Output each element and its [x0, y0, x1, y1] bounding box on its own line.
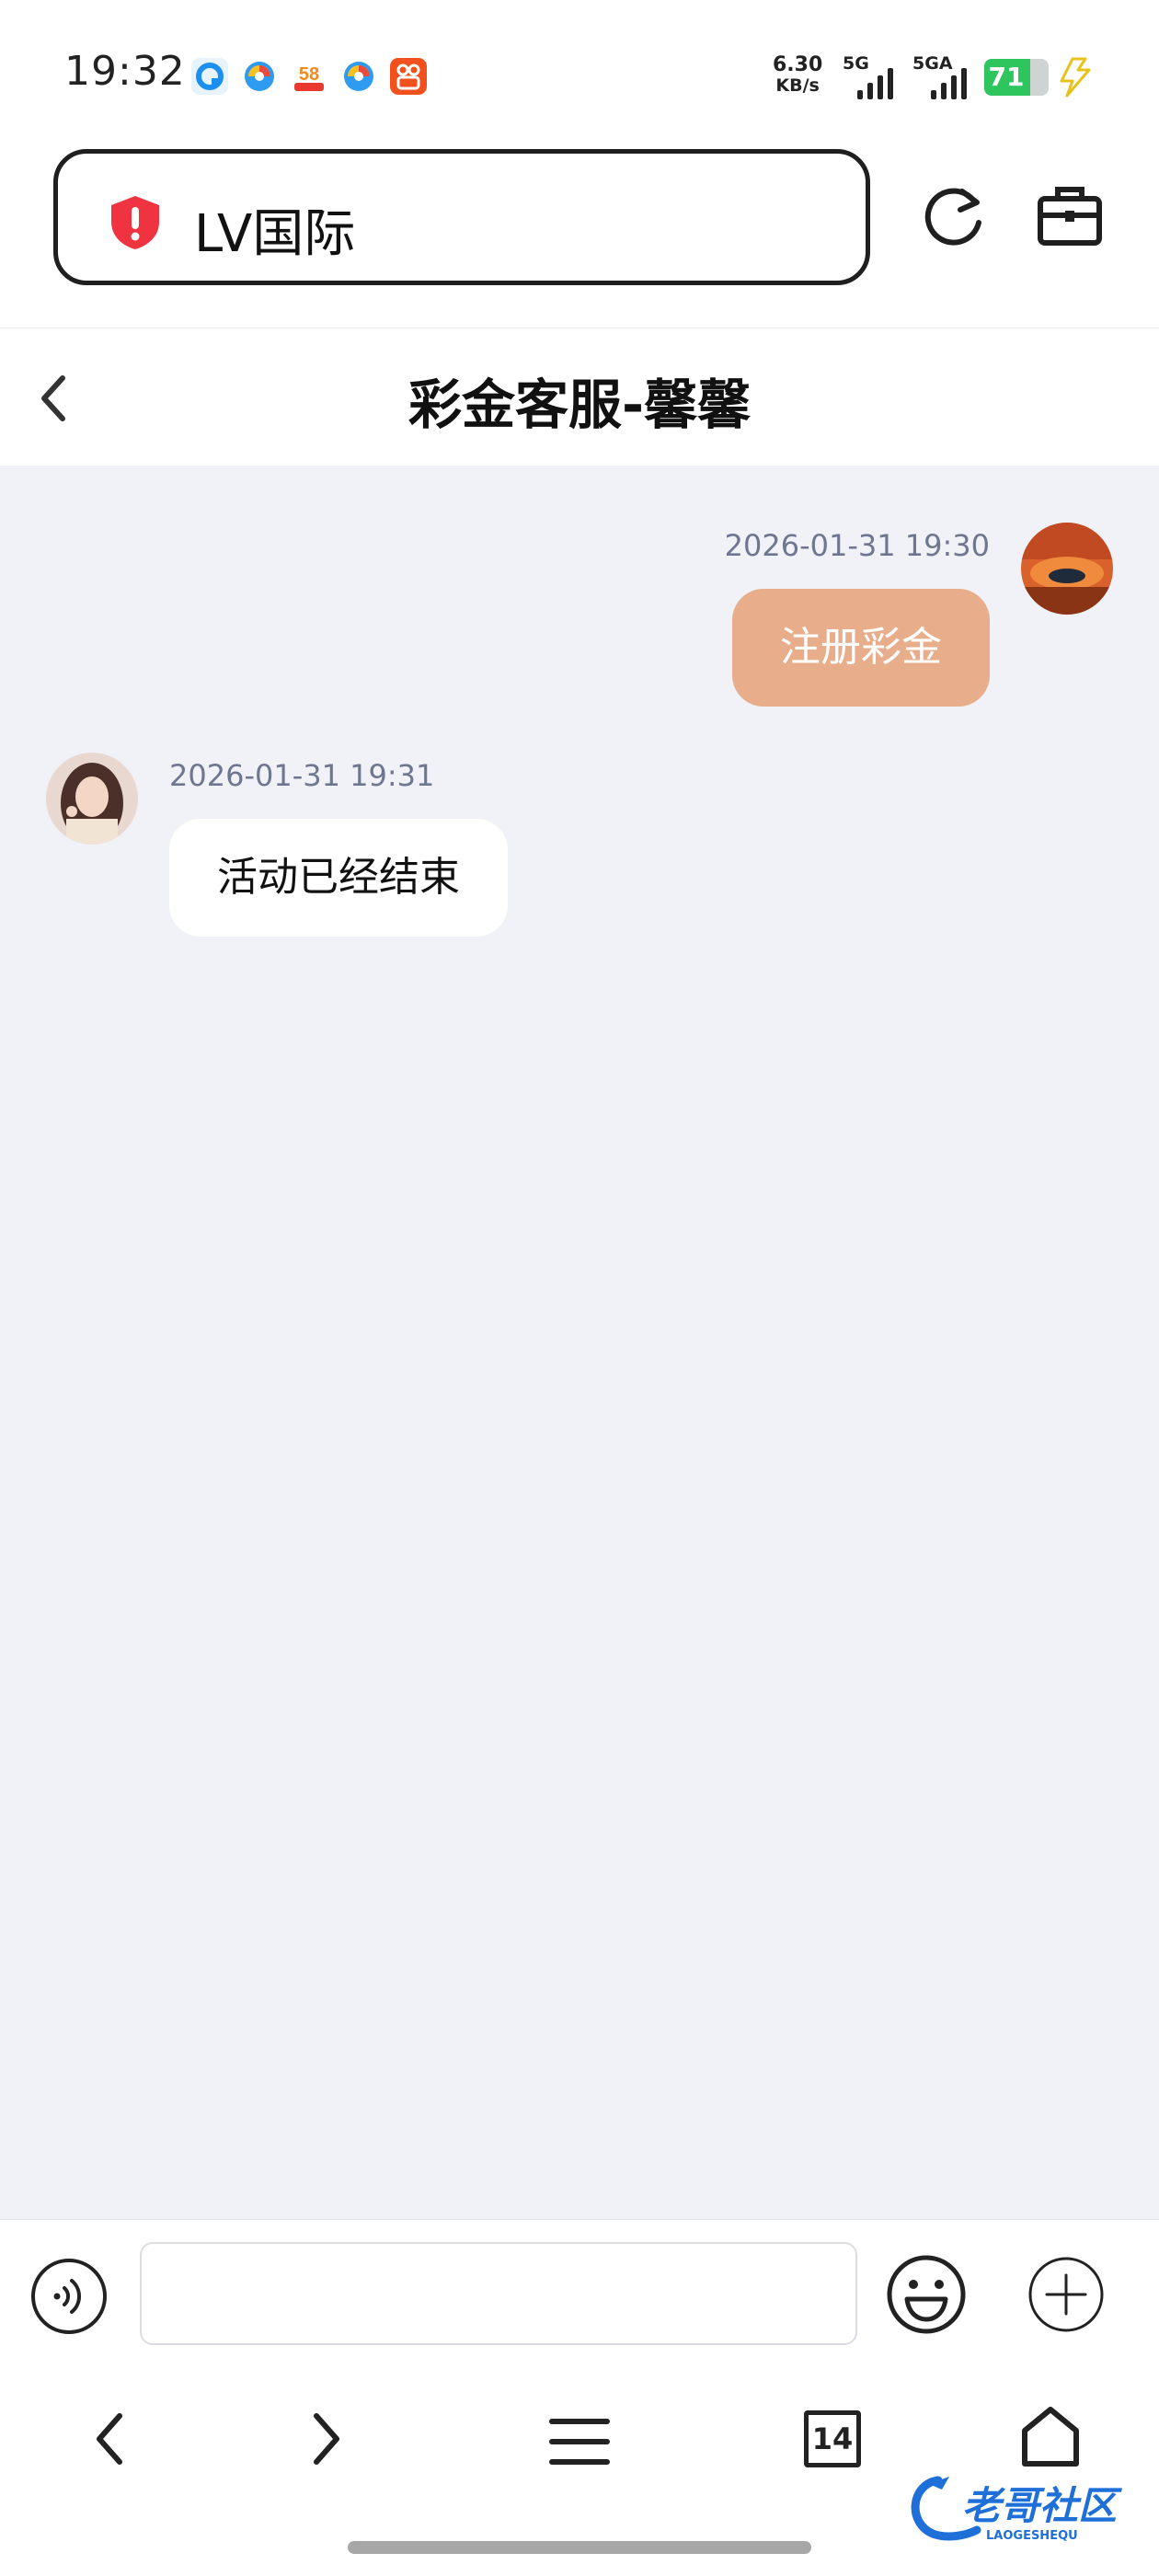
user-avatar[interactable] — [1021, 523, 1113, 615]
plus-icon[interactable] — [1027, 2255, 1106, 2334]
toolbox-icon[interactable] — [1036, 184, 1104, 248]
address-text: LV国际 — [194, 204, 356, 264]
signal-1-icon — [857, 63, 893, 99]
home-indicator[interactable] — [348, 2541, 811, 2554]
kuaishou-app-icon — [390, 58, 427, 95]
chat-title: 彩金客服-馨馨 — [407, 374, 752, 436]
agent-avatar[interactable] — [46, 753, 138, 845]
network-speed: 6.30 KB/s — [773, 53, 823, 97]
chat-header: 彩金客服-馨馨 — [0, 328, 1159, 466]
message-bubble-outgoing[interactable]: 注册彩金 — [732, 589, 990, 707]
message-time: 2026-01-31 19:31 — [169, 758, 435, 793]
emoji-icon[interactable] — [885, 2253, 968, 2336]
message-time: 2026-01-31 19:30 — [724, 528, 990, 563]
58-app-icon: 58 — [291, 58, 327, 95]
status-time: 19:32 — [64, 48, 186, 95]
nav-menu-icon[interactable] — [548, 2414, 611, 2469]
message-input[interactable] — [140, 2242, 857, 2345]
battery-level: 71 — [988, 62, 1025, 92]
network-speed-unit: KB/s — [775, 75, 820, 96]
shield-icon — [111, 196, 159, 249]
watermark-subtext: LAOGESHEQU — [986, 2529, 1078, 2543]
map-app-icon — [241, 58, 278, 95]
nav-tabs-button[interactable]: 14 — [804, 2410, 861, 2467]
browser-bottom-nav: 14 老哥社区 LAOGESHEQU — [0, 2357, 1159, 2576]
nav-forward-icon[interactable] — [304, 2409, 348, 2469]
message-bubble-incoming[interactable]: 活动已经结束 — [169, 819, 508, 937]
nav-home-icon[interactable] — [1019, 2405, 1082, 2469]
voice-icon[interactable] — [29, 2257, 109, 2336]
battery-icon: 71 — [984, 59, 1049, 96]
input-bar — [0, 2219, 1159, 2358]
nav-back-icon[interactable] — [88, 2409, 132, 2469]
map-app-icon-2 — [340, 58, 377, 95]
browser-app-icon — [191, 58, 228, 95]
watermark-text: 老哥社区 — [962, 2483, 1123, 2528]
watermark-logo: 老哥社区 LAOGESHEQU — [901, 2471, 1141, 2552]
charging-icon — [1060, 57, 1091, 98]
network-speed-value: 6.30 — [773, 53, 823, 76]
address-bar[interactable]: LV国际 — [53, 149, 870, 285]
signal-2-icon — [931, 63, 967, 99]
svg-text:58: 58 — [299, 64, 319, 85]
reload-icon[interactable] — [918, 182, 990, 254]
chat-area[interactable]: 2026-01-31 19:30 注册彩金 2026-01-31 19:31 活… — [0, 466, 1159, 2219]
